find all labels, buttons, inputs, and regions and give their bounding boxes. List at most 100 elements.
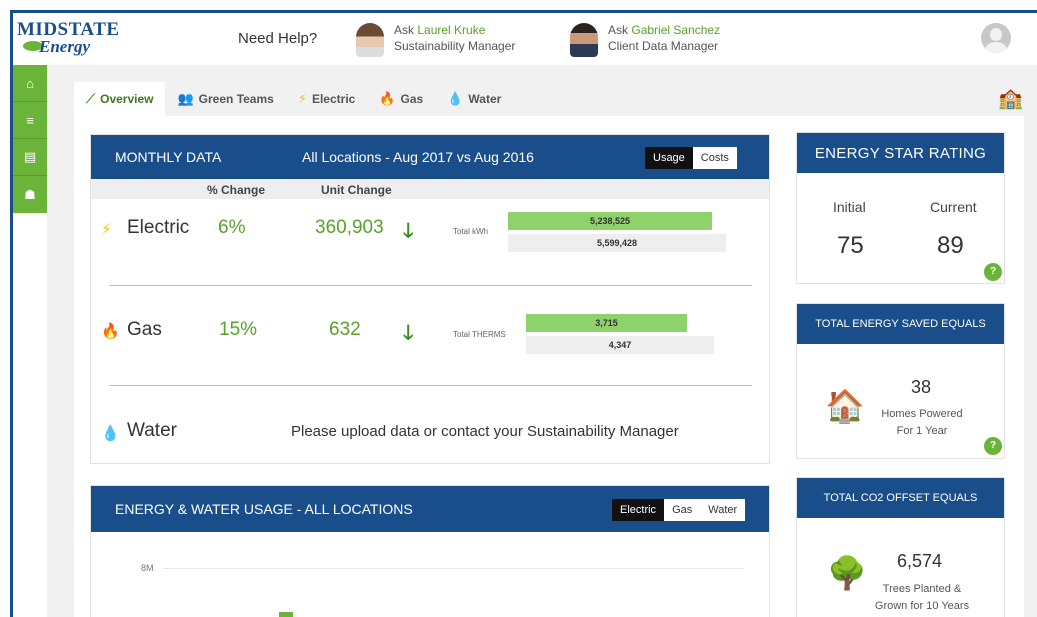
users-icon: ☗ [24, 186, 36, 202]
current-rating: 89 [937, 232, 964, 259]
water-upload-message: Please upload data or contact your Susta… [291, 423, 679, 440]
col-pct-change: % Change [207, 183, 266, 197]
bolt-icon: ⚡ [297, 91, 307, 106]
contact-name[interactable]: Laurel Kruke [417, 23, 485, 37]
avatar [570, 23, 598, 57]
trees-planted-period: Grown for 10 Years [874, 600, 970, 612]
gas-previous-value: 4,347 [608, 340, 632, 350]
tab-bar: ⟋ Overview 👥 Green Teams ⚡ Electric 🔥 Ga… [74, 82, 513, 116]
column-header-row: % Change Unit Change [91, 179, 769, 199]
tree-icon: 🌳 [827, 555, 867, 591]
initial-rating: 75 [837, 232, 864, 259]
monthly-header: MONTHLY DATA All Locations - Aug 2017 vs… [91, 135, 769, 179]
chart-series-mark [279, 612, 293, 617]
flame-icon: 🔥 [379, 91, 396, 106]
homes-powered-label: Homes Powered [881, 408, 963, 420]
tab-label: Green Teams [198, 92, 274, 106]
chart-line-icon: ⟋ [86, 91, 96, 106]
sidebar-item-home[interactable]: ⌂ [13, 65, 47, 102]
toggle-usage[interactable]: Usage [645, 147, 693, 169]
tab-overview[interactable]: ⟋ Overview [74, 82, 166, 116]
gas-current-bar: 3,715 [526, 314, 687, 332]
tab-label: Electric [311, 92, 356, 106]
energy-saved-card: TOTAL ENERGY SAVED EQUALS 🏠 38 Homes Pow… [796, 303, 1005, 459]
monthly-data-card: MONTHLY DATA All Locations - Aug 2017 vs… [90, 134, 770, 464]
flame-icon: 🔥 [101, 323, 120, 340]
usage-costs-toggle: Usage Costs [645, 147, 737, 169]
electric-pct-change: 6% [218, 217, 246, 238]
sidebar-item-database[interactable]: ≡ [13, 102, 47, 139]
contact-sustainability-manager[interactable]: Ask Laurel Kruke Sustainability Manager [356, 21, 536, 59]
row-divider [109, 385, 752, 386]
home-icon: ⌂ [26, 75, 34, 91]
help-icon[interactable]: ? [984, 263, 1002, 281]
electric-previous-bar: 5,599,428 [508, 234, 726, 252]
row-divider [109, 285, 752, 286]
current-label: Current [930, 199, 977, 215]
initial-label: Initial [833, 199, 866, 215]
gas-total-label: Total THERMS [453, 330, 506, 339]
toggle-costs[interactable]: Costs [692, 147, 737, 169]
arrow-down-icon: 🡓 [403, 220, 414, 242]
tab-green-teams[interactable]: 👥 Green Teams [165, 82, 285, 116]
tab-gas[interactable]: 🔥 Gas [367, 82, 435, 116]
electric-previous-value: 5,599,428 [596, 238, 638, 248]
co2-offset-card: TOTAL CO2 OFFSET EQUALS 🌳 6,574 Trees Pl… [796, 477, 1005, 617]
tab-label: Overview [100, 92, 154, 106]
help-icon[interactable]: ? [984, 437, 1002, 455]
building-icon: ▤ [23, 149, 37, 164]
contact-name[interactable]: Gabriel Sanchez [631, 23, 720, 37]
trees-planted-label: Trees Planted & [882, 583, 962, 595]
electric-total-label: Total kWh [453, 227, 489, 236]
tab-label: Water [468, 92, 502, 106]
contact-client-data-manager[interactable]: Ask Gabriel Sanchez Client Data Manager [570, 21, 750, 59]
usage-type-toggle: Electric Gas Water [612, 499, 746, 521]
drop-icon: 💧 [101, 425, 120, 442]
ask-label: Ask [394, 23, 415, 37]
contact-role: Client Data Manager [608, 39, 719, 53]
user-avatar-icon[interactable] [981, 23, 1011, 53]
electric-label: Electric [127, 217, 190, 238]
tab-label: Gas [400, 92, 424, 106]
toggle-gas[interactable]: Gas [664, 499, 701, 521]
tab-water[interactable]: 💧 Water [435, 82, 513, 116]
energy-saved-title: TOTAL ENERGY SAVED EQUALS [815, 318, 986, 330]
electric-current-value: 5,238,525 [589, 216, 631, 226]
energy-star-title: ENERGY STAR RATING [814, 144, 987, 162]
energy-star-card: ENERGY STAR RATING Initial Current 75 89… [796, 132, 1005, 284]
trees-planted-value: 6,574 [897, 551, 943, 571]
sidebar-item-users[interactable]: ☗ [13, 176, 47, 213]
drop-icon: 💧 [447, 91, 464, 106]
need-help-label: Need Help? [238, 30, 318, 47]
homes-powered-value: 38 [911, 377, 932, 397]
house-icon: 🏠 [825, 388, 865, 424]
ask-label: Ask [608, 23, 629, 37]
toggle-water[interactable]: Water [700, 499, 746, 521]
midstate-energy-logo[interactable]: MIDSTATE Energy [17, 19, 127, 59]
y-axis-tick: 8M [141, 563, 154, 573]
contact-ask[interactable]: Ask Gabriel Sanchez [608, 23, 720, 37]
energy-water-usage-card: ENERGY & WATER USAGE - ALL LOCATIONS Ele… [90, 485, 770, 617]
col-unit-change: Unit Change [321, 183, 392, 197]
avatar [356, 23, 384, 57]
energy-star-header: ENERGY STAR RATING [797, 133, 1004, 173]
school-building-icon[interactable]: 🏫 [998, 86, 1023, 111]
usage-header: ENERGY & WATER USAGE - ALL LOCATIONS Ele… [91, 486, 769, 532]
database-icon: ≡ [26, 112, 34, 128]
team-icon: 👥 [177, 91, 194, 106]
tab-electric[interactable]: ⚡ Electric [286, 82, 368, 116]
electric-current-bar: 5,238,525 [508, 212, 712, 230]
homes-powered-period: For 1 Year [896, 425, 948, 437]
gas-current-value: 3,715 [595, 318, 618, 328]
logo-line2: Energy [39, 37, 90, 56]
monthly-subtitle: All Locations - Aug 2017 vs Aug 2016 [302, 149, 534, 165]
co2-header: TOTAL CO2 OFFSET EQUALS [797, 478, 1004, 518]
contact-ask[interactable]: Ask Laurel Kruke [394, 23, 485, 37]
toggle-electric[interactable]: Electric [612, 499, 665, 521]
sidebar-item-building[interactable]: ▤ [13, 139, 47, 176]
contact-role: Sustainability Manager [394, 39, 516, 53]
arrow-down-icon: 🡓 [403, 322, 414, 344]
energy-saved-header: TOTAL ENERGY SAVED EQUALS [797, 304, 1004, 344]
gas-pct-change: 15% [219, 319, 258, 340]
electric-unit-change: 360,903 [315, 217, 384, 238]
